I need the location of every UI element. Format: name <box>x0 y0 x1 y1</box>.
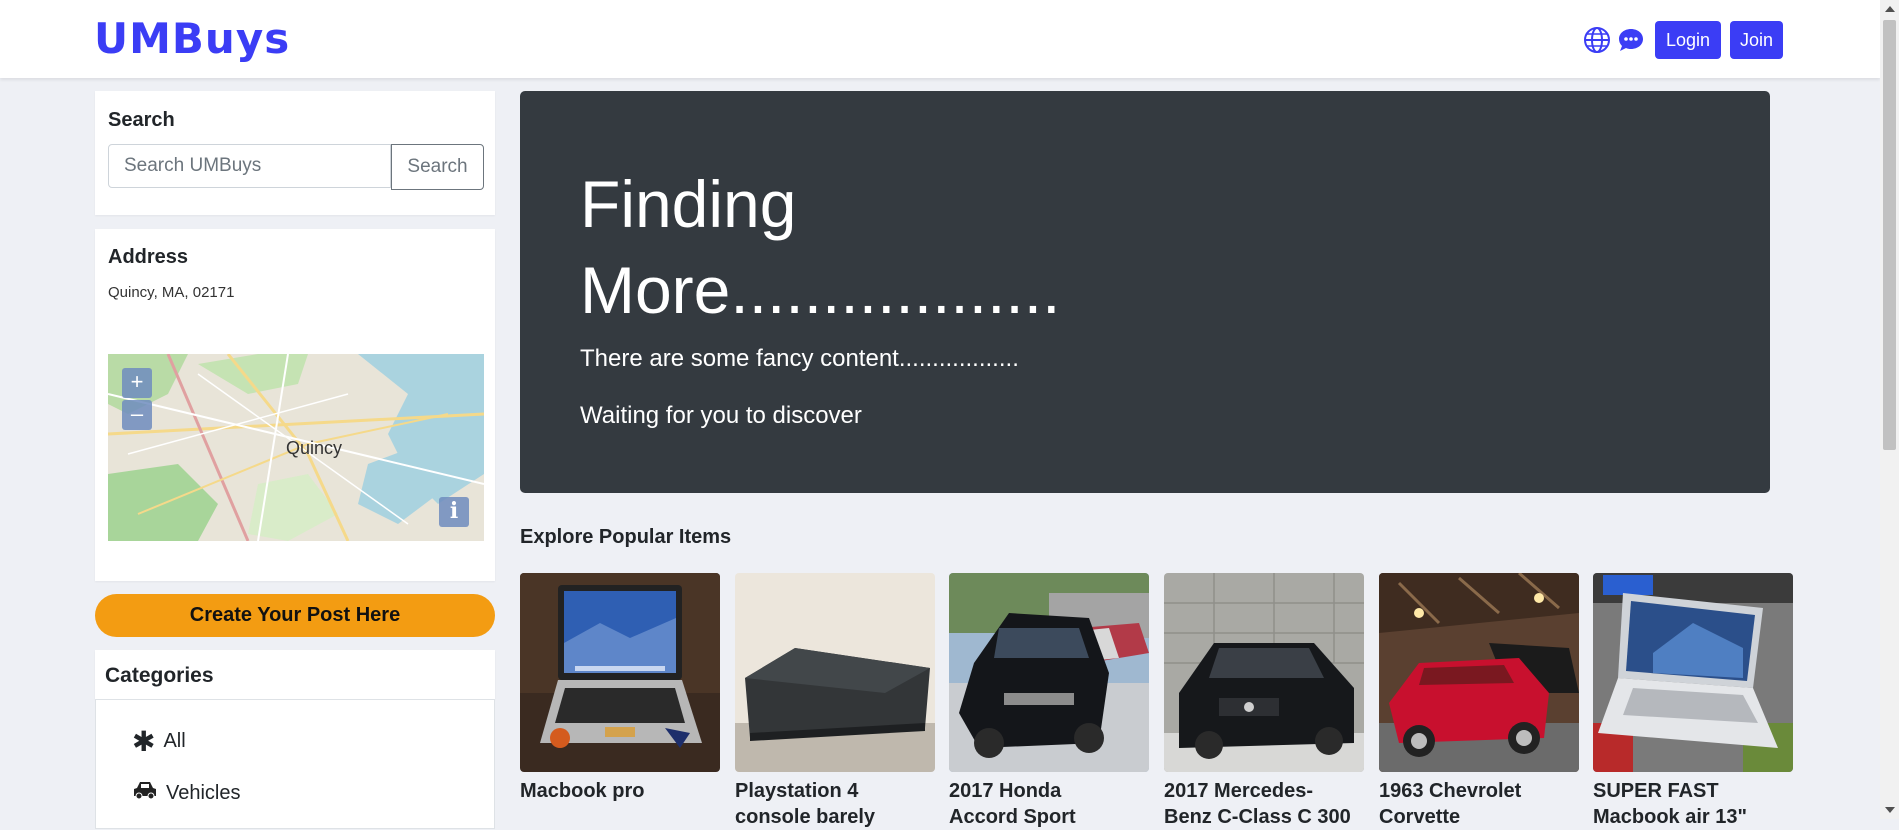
address-value: Quincy, MA, 02171 <box>108 284 235 301</box>
product-name-line1: SUPER FAST <box>1593 780 1719 802</box>
product-name-line2: Benz C-Class C 300 <box>1164 806 1351 828</box>
hero-title-line2: More.................. <box>580 253 1061 327</box>
category-item-all[interactable]: ✱ All <box>132 725 186 757</box>
product-name-line1: 2017 Honda <box>949 780 1062 802</box>
asterisk-icon: ✱ <box>132 725 156 757</box>
product-name[interactable]: 1963 Chevrolet Corvette <box>1379 778 1579 830</box>
category-item-vehicles[interactable]: Vehicles <box>132 780 241 806</box>
search-card: Search Search UMBuys Search <box>95 91 495 215</box>
scroll-down-arrow-icon[interactable] <box>1885 807 1895 813</box>
hero-banner: Finding More.................. There are… <box>520 91 1770 493</box>
product-name[interactable]: SUPER FAST Macbook air 13" <box>1593 778 1793 830</box>
category-item-label: All <box>163 730 186 752</box>
categories-title: Categories <box>105 664 214 687</box>
navbar: UMBuys Login Join <box>0 0 1880 78</box>
map-info-button[interactable]: i <box>439 497 469 527</box>
map-zoom-out-button[interactable]: – <box>122 400 152 430</box>
hero-text-1: There are some fancy content............… <box>580 345 1019 372</box>
category-item-label: Vehicles <box>166 781 241 804</box>
product-card-macbook-pro[interactable]: Macbook pro <box>520 573 720 804</box>
product-image[interactable] <box>949 573 1149 772</box>
product-card-1963-chevrolet-corvette[interactable]: 1963 Chevrolet Corvette <box>1379 573 1579 830</box>
create-post-button[interactable]: Create Your Post Here <box>95 594 495 637</box>
product-image[interactable] <box>520 573 720 772</box>
product-name[interactable]: Playstation 4 console barely <box>735 778 935 830</box>
product-name[interactable]: 2017 Mercedes- Benz C-Class C 300 <box>1164 778 1364 830</box>
search-button[interactable]: Search <box>391 144 484 190</box>
address-title: Address <box>108 246 189 268</box>
product-name-line1: Playstation 4 <box>735 780 859 802</box>
scrollbar-thumb[interactable] <box>1883 20 1896 450</box>
map-zoom-in-button[interactable]: + <box>122 368 152 398</box>
product-card-playstation-4[interactable]: Playstation 4 console barely <box>735 573 935 830</box>
login-button[interactable]: Login <box>1655 21 1721 59</box>
globe-icon[interactable] <box>1583 26 1611 54</box>
scroll-up-arrow-icon[interactable] <box>1885 6 1895 12</box>
product-name-line2: Accord Sport <box>949 806 1076 828</box>
chat-icon[interactable] <box>1617 26 1645 54</box>
product-name[interactable]: 2017 Honda Accord Sport <box>949 778 1149 830</box>
popular-items-title: Explore Popular Items <box>520 526 732 548</box>
address-card: Address Quincy, MA, 02171 Quincy + – i <box>95 229 495 581</box>
page-scrollbar[interactable] <box>1880 0 1899 819</box>
hero-title-line1: Finding <box>580 167 797 241</box>
brand-logo[interactable]: UMBuys <box>94 14 290 63</box>
product-name-line2: Macbook air 13" <box>1593 806 1747 828</box>
product-image[interactable] <box>1593 573 1793 772</box>
product-name-line1: 2017 Mercedes- <box>1164 780 1313 802</box>
product-card-2017-mercedes-benz[interactable]: 2017 Mercedes- Benz C-Class C 300 <box>1164 573 1364 830</box>
product-name[interactable]: Macbook pro <box>520 778 720 804</box>
product-name-line2: console barely <box>735 806 876 828</box>
categories-list: ✱ All Vehicles <box>95 699 495 829</box>
search-input[interactable]: Search UMBuys <box>108 144 391 188</box>
product-card-super-fast-macbook-air[interactable]: SUPER FAST Macbook air 13" <box>1593 573 1793 830</box>
location-map[interactable]: Quincy + – i <box>108 354 484 541</box>
product-image[interactable] <box>735 573 935 772</box>
car-icon <box>132 780 158 806</box>
product-name-line2: Corvette <box>1379 806 1461 828</box>
product-image[interactable] <box>1379 573 1579 772</box>
hero-text-2: Waiting for you to discover <box>580 402 862 429</box>
product-card-2017-honda-accord[interactable]: 2017 Honda Accord Sport <box>949 573 1149 830</box>
search-title: Search <box>108 109 175 131</box>
product-name-line1: 1963 Chevrolet <box>1379 780 1522 802</box>
product-image[interactable] <box>1164 573 1364 772</box>
map-city-label: Quincy <box>286 438 343 458</box>
hero-title: Finding More.................. <box>580 161 1180 333</box>
join-button[interactable]: Join <box>1730 21 1783 59</box>
